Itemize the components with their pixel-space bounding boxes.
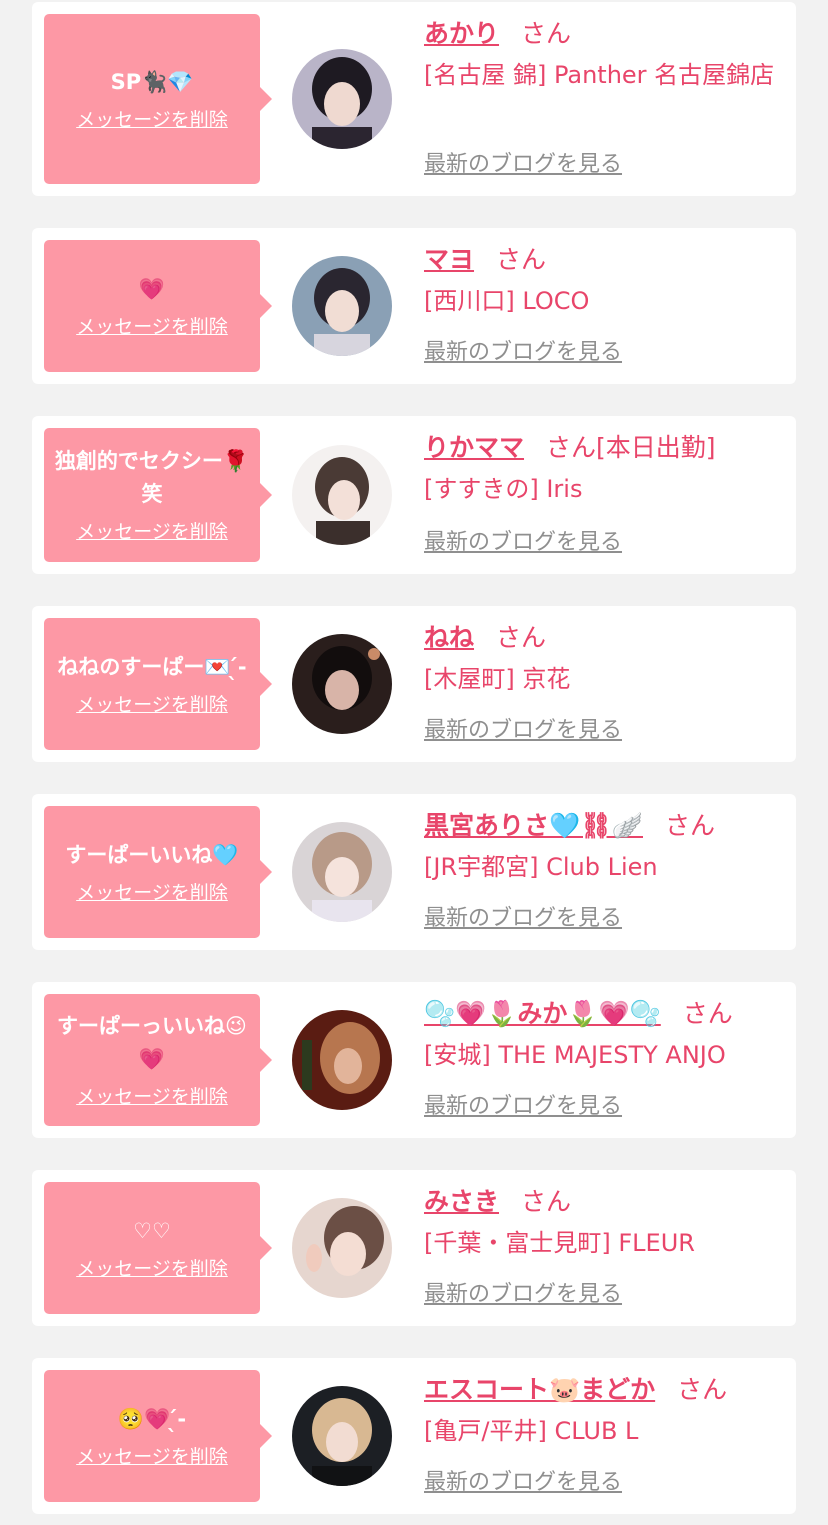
user-info: 黒宮ありさ🩵⛓🪽 さん [JR宇都宮] Club Lien <box>424 808 784 886</box>
shop-label: [名古屋 錦] Panther 名古屋錦店 <box>424 61 775 89</box>
san-suffix: さん <box>546 433 597 462</box>
latest-blog-link[interactable]: 最新のブログを見る <box>424 904 622 934</box>
message-text: すーぱーいいね🩵 <box>65 842 239 867</box>
avatar[interactable] <box>292 256 392 356</box>
user-info: みさき さん [千葉・富士見町] FLEUR <box>424 1184 784 1262</box>
delete-message-button[interactable]: メッセージを削除 <box>76 880 228 906</box>
user-info: エスコート🐷まどか さん [亀戸/平井] CLUB L <box>424 1372 784 1450</box>
message-list: SP🐈‍⬛💎 メッセージを削除 あかり さん [名古屋 錦] Panther 名古… <box>0 0 828 1525</box>
delete-message-button[interactable]: メッセージを削除 <box>76 1444 228 1470</box>
user-info: りかママ さん[本日出勤] [すすきの] Iris <box>424 430 784 508</box>
avatar[interactable] <box>292 822 392 922</box>
list-item: 🥺💗 ̖́- メッセージを削除 エスコート🐷まどか さん [亀戸/平井] CLUB… <box>32 1358 796 1514</box>
avatar[interactable] <box>292 1386 392 1486</box>
message-bubble: 独創的でセクシー🌹笑 メッセージを削除 <box>44 428 272 562</box>
message-bubble: すーぱーっいいね😉💗 メッセージを削除 <box>44 994 272 1126</box>
shop-label: [すすきの] Iris <box>424 475 583 503</box>
message-bubble: ねねのすーぱー💌 ̖́- メッセージを削除 <box>44 618 272 750</box>
user-info: マヨ さん [西川口] LOCO <box>424 242 784 320</box>
avatar[interactable] <box>292 49 392 149</box>
list-item: 独創的でセクシー🌹笑 メッセージを削除 りかママ さん[本日出勤] [すすきの] … <box>32 416 796 574</box>
shop-label: [安城] THE MAJESTY ANJO <box>424 1041 726 1069</box>
san-suffix: さん <box>521 19 572 48</box>
user-name-link[interactable]: あかり <box>424 19 499 48</box>
shop-label: [西川口] LOCO <box>424 287 590 315</box>
user-info: ねね さん [木屋町] 京花 <box>424 620 784 698</box>
status-label: [本日出勤] <box>596 433 716 462</box>
user-info: あかり さん [名古屋 錦] Panther 名古屋錦店 <box>424 16 784 94</box>
san-suffix: さん <box>521 1187 572 1216</box>
avatar[interactable] <box>292 445 392 545</box>
user-name-link[interactable]: みさき <box>424 1187 499 1216</box>
user-name-link[interactable]: 黒宮ありさ🩵⛓🪽 <box>424 811 643 840</box>
avatar[interactable] <box>292 1010 392 1110</box>
message-text: 独創的でセクシー🌹笑 <box>54 449 250 506</box>
delete-message-button[interactable]: メッセージを削除 <box>76 1256 228 1282</box>
list-item: SP🐈‍⬛💎 メッセージを削除 あかり さん [名古屋 錦] Panther 名古… <box>32 2 796 196</box>
delete-message-button[interactable]: メッセージを削除 <box>76 314 228 340</box>
list-item: すーぱーっいいね😉💗 メッセージを削除 🫧💗🌷みか🌷💗🫧 さん [安城] THE … <box>32 982 796 1138</box>
delete-message-button[interactable]: メッセージを削除 <box>76 692 228 718</box>
list-item: すーぱーいいね🩵 メッセージを削除 黒宮ありさ🩵⛓🪽 さん [JR宇都宮] Clu… <box>32 794 796 950</box>
latest-blog-link[interactable]: 最新のブログを見る <box>424 528 622 558</box>
message-text: ♡♡ <box>133 1218 171 1243</box>
shop-label: [亀戸/平井] CLUB L <box>424 1417 639 1445</box>
message-text: 🥺💗 ̖́- <box>117 1406 187 1431</box>
latest-blog-link[interactable]: 最新のブログを見る <box>424 716 622 746</box>
san-suffix: さん <box>682 999 733 1028</box>
shop-label: [JR宇都宮] Club Lien <box>424 853 658 881</box>
avatar[interactable] <box>292 1198 392 1298</box>
latest-blog-link[interactable]: 最新のブログを見る <box>424 1468 622 1498</box>
san-suffix: さん <box>496 623 547 652</box>
latest-blog-link[interactable]: 最新のブログを見る <box>424 150 622 180</box>
latest-blog-link[interactable]: 最新のブログを見る <box>424 1280 622 1310</box>
avatar[interactable] <box>292 634 392 734</box>
message-bubble: ♡♡ メッセージを削除 <box>44 1182 272 1314</box>
user-name-link[interactable]: エスコート🐷まどか <box>424 1375 655 1404</box>
message-bubble: すーぱーいいね🩵 メッセージを削除 <box>44 806 272 938</box>
san-suffix: さん <box>496 245 547 274</box>
shop-label: [木屋町] 京花 <box>424 665 571 693</box>
delete-message-button[interactable]: メッセージを削除 <box>76 519 228 545</box>
message-bubble: 🥺💗 ̖́- メッセージを削除 <box>44 1370 272 1502</box>
list-item: 💗 メッセージを削除 マヨ さん [西川口] LOCO 最新のブログを見る <box>32 228 796 384</box>
message-text: SP🐈‍⬛💎 <box>110 69 194 94</box>
shop-label: [千葉・富士見町] FLEUR <box>424 1229 695 1257</box>
delete-message-button[interactable]: メッセージを削除 <box>76 1084 228 1110</box>
message-text: ねねのすーぱー💌 ̖́- <box>57 654 247 679</box>
san-suffix: さん <box>665 811 716 840</box>
latest-blog-link[interactable]: 最新のブログを見る <box>424 338 622 368</box>
message-bubble: SP🐈‍⬛💎 メッセージを削除 <box>44 14 272 184</box>
user-name-link[interactable]: ねね <box>424 623 474 652</box>
message-text: 💗 <box>138 276 166 301</box>
delete-message-button[interactable]: メッセージを削除 <box>76 107 228 133</box>
user-name-link[interactable]: 🫧💗🌷みか🌷💗🫧 <box>424 999 661 1028</box>
user-info: 🫧💗🌷みか🌷💗🫧 さん [安城] THE MAJESTY ANJO <box>424 996 784 1074</box>
list-item: ♡♡ メッセージを削除 みさき さん [千葉・富士見町] FLEUR 最新のブログ… <box>32 1170 796 1326</box>
user-name-link[interactable]: マヨ <box>424 245 474 274</box>
san-suffix: さん <box>677 1375 728 1404</box>
latest-blog-link[interactable]: 最新のブログを見る <box>424 1092 622 1122</box>
message-text: すーぱーっいいね😉💗 <box>57 1014 247 1071</box>
list-item: ねねのすーぱー💌 ̖́- メッセージを削除 ねね さん [木屋町] 京花 最新のブ… <box>32 606 796 762</box>
message-bubble: 💗 メッセージを削除 <box>44 240 272 372</box>
user-name-link[interactable]: りかママ <box>424 433 524 462</box>
